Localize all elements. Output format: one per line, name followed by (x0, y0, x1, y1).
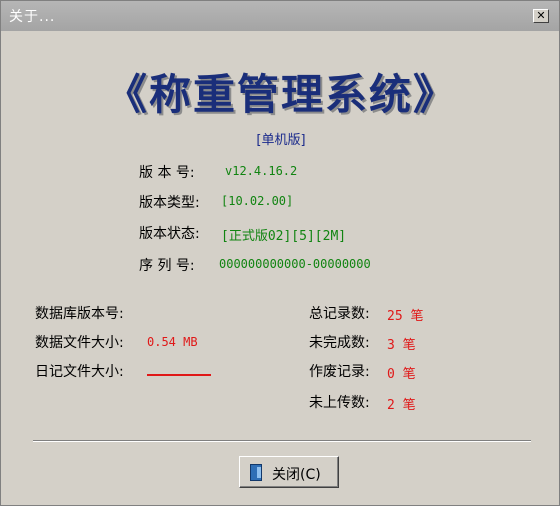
version-type-label: 版本类型: (139, 195, 200, 211)
unfinished-records-label: 未完成数: (309, 335, 370, 351)
total-records-label: 总记录数: (309, 306, 370, 322)
total-records-value: 25 笔 (387, 309, 424, 324)
not-uploaded-value: 2 笔 (387, 398, 416, 413)
separator-line (33, 440, 531, 442)
db-version-label: 数据库版本号: (35, 306, 124, 322)
not-uploaded-label: 未上传数: (309, 395, 370, 411)
unfinished-records-value: 3 笔 (387, 338, 416, 353)
data-file-size-value: 0.54 MB (147, 335, 198, 349)
version-number-label: 版 本 号: (139, 165, 195, 181)
log-file-size-value (147, 374, 211, 376)
version-number-value: v12.4.16.2 (225, 164, 298, 178)
serial-number-label: 序 列 号: (139, 258, 195, 274)
version-type-value: [10.02.00] (221, 194, 294, 208)
window-close-button[interactable]: ✕ (533, 9, 549, 23)
app-title: 《称重管理系统》 (104, 70, 457, 119)
version-status-value: [正式版02][5][2M] (221, 229, 347, 244)
void-records-value: 0 笔 (387, 367, 416, 382)
title-bar: 关于... ✕ (1, 1, 559, 31)
close-button-label: 关闭(C) (272, 467, 321, 483)
close-icon: ✕ (536, 9, 546, 22)
serial-number-value: 000000000000-00000000 (219, 257, 371, 271)
about-dialog: 关于... ✕ 《称重管理系统》 [单机版] 版 本 号: v12.4.16.2… (0, 0, 560, 506)
data-file-size-label: 数据文件大小: (35, 335, 124, 351)
window-title: 关于... (9, 9, 56, 25)
door-icon (250, 464, 262, 481)
edition-label: [单机版] (256, 133, 306, 148)
log-file-size-label: 日记文件大小: (35, 364, 124, 380)
version-status-label: 版本状态: (139, 226, 200, 242)
close-button[interactable]: 关闭(C) (239, 456, 339, 488)
void-records-label: 作废记录: (309, 364, 370, 380)
